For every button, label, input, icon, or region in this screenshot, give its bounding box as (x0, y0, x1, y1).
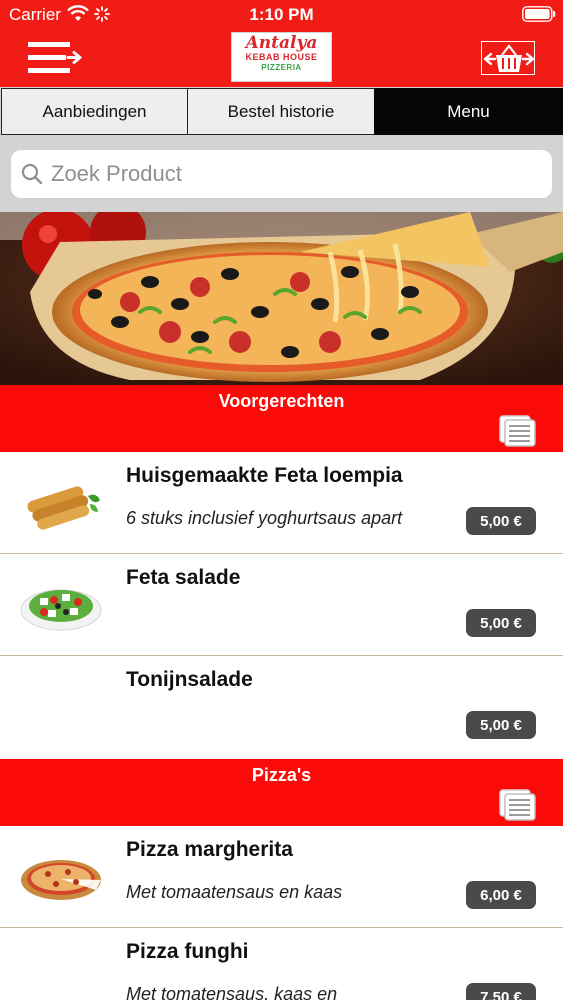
cart-button[interactable] (481, 41, 535, 75)
price-badge[interactable]: 5,00 € (466, 609, 536, 637)
price-badge[interactable]: 5,00 € (466, 711, 536, 739)
product-description: Met tomaatensaus en kaas (126, 882, 343, 902)
app-header: Carrier 1:10 PM Antalya KEBAB HOUSE PIZZ… (0, 0, 563, 88)
tab-bestel-historie[interactable]: Bestel historie (187, 88, 375, 135)
price-badge[interactable]: 5,00 € (466, 507, 536, 535)
product-name: Feta salade (126, 566, 241, 589)
product-row[interactable]: Huisgemaakte Feta loempia 6 stuks inclus… (0, 452, 563, 554)
clock: 1:10 PM (249, 5, 314, 24)
product-name: Pizza margherita (126, 838, 293, 861)
status-bar: Carrier 1:10 PM (0, 0, 563, 30)
category-title: Voorgerechten (218, 391, 345, 411)
pizza-image (21, 860, 101, 900)
basket-arrows-icon (483, 44, 535, 72)
product-row[interactable]: Pizza margherita Met tomaatensaus en kaa… (0, 826, 563, 928)
product-row[interactable]: Pizza funghi Met tomatensaus, kaas en 7,… (0, 928, 563, 1000)
battery-icon (522, 6, 556, 22)
salad-image (20, 589, 102, 631)
menu-button[interactable] (26, 40, 84, 76)
pizza-banner-image (0, 212, 563, 385)
product-description: Met tomatensaus, kaas en (126, 984, 338, 1000)
category-title: Pizza's (251, 765, 312, 785)
logo-tagline: PIZZERIA (261, 63, 302, 72)
category-header-pizzas[interactable]: Pizza's (0, 759, 563, 826)
menu-arrow-icon (28, 42, 82, 73)
product-name: Pizza funghi (126, 940, 249, 963)
product-name: Huisgemaakte Feta loempia (126, 464, 403, 487)
category-header-voorgerechten[interactable]: Voorgerechten (0, 385, 563, 452)
product-row[interactable]: Tonijnsalade 5,00 € (0, 656, 563, 759)
brand-logo: Antalya KEBAB HOUSE PIZZERIA (231, 32, 332, 82)
segmented-tabs: Aanbiedingen Bestel historie Menu (0, 87, 563, 136)
product-description: 6 stuks inclusief yoghurtsaus apart (126, 508, 403, 528)
product-row[interactable]: Feta salade 5,00 € (0, 554, 563, 656)
spring-roll-image (27, 486, 100, 530)
list-document-icon[interactable] (499, 789, 537, 821)
tab-aanbiedingen[interactable]: Aanbiedingen (1, 88, 188, 135)
price-badge[interactable]: 7,50 € (466, 983, 536, 1000)
search-bar (0, 136, 563, 212)
logo-subtitle: KEBAB HOUSE (245, 52, 318, 62)
search-input[interactable] (11, 150, 552, 198)
tab-menu[interactable]: Menu (374, 88, 563, 135)
list-document-icon[interactable] (499, 415, 537, 447)
price-badge[interactable]: 6,00 € (466, 881, 536, 909)
logo-title: Antalya (245, 33, 318, 53)
product-name: Tonijnsalade (126, 668, 253, 691)
